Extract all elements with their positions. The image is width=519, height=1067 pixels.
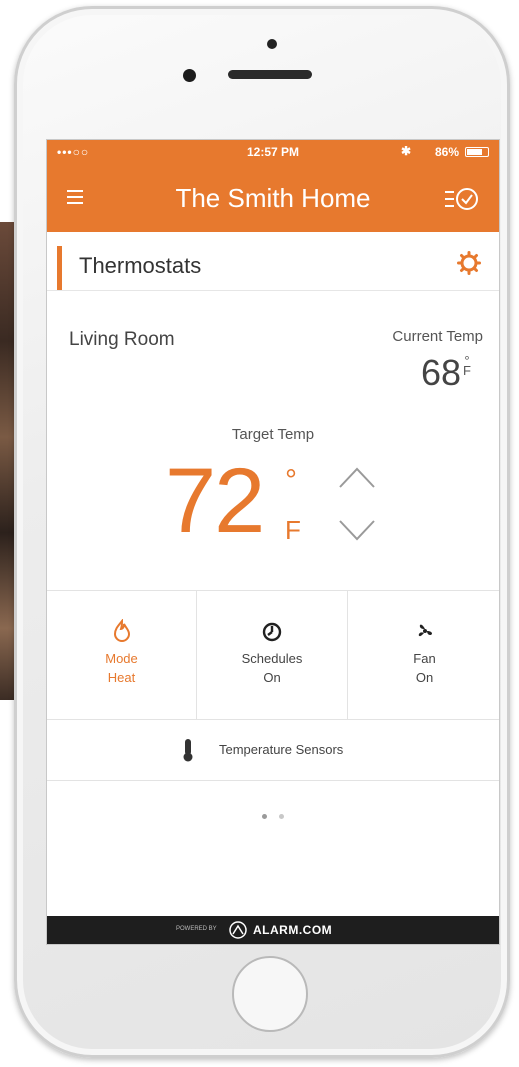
section-title: Thermostats xyxy=(79,253,202,278)
fan-label: Fan xyxy=(413,651,436,666)
current-temp-value: 68 xyxy=(420,352,461,393)
mode-label: Mode xyxy=(105,651,138,666)
earpiece-speaker xyxy=(228,70,312,79)
fan-value: On xyxy=(415,670,434,685)
proximity-sensor xyxy=(267,39,277,49)
footer-bar: POWERED BY ALARM.COM xyxy=(47,916,499,944)
front-camera xyxy=(183,69,196,82)
temperature-sensors-row[interactable]: Temperature Sensors xyxy=(47,718,499,781)
bluetooth-icon: ✱ xyxy=(400,144,411,158)
chevron-down-icon[interactable] xyxy=(337,517,377,545)
alarm-logo-icon xyxy=(229,921,247,939)
chevron-up-icon[interactable] xyxy=(337,463,377,491)
app-screen: •••○○ 12:57 PM ✱ 86% The Smith Home Ther… xyxy=(46,139,500,945)
fan-button[interactable]: Fan On xyxy=(348,591,499,719)
mode-value: Heat xyxy=(107,670,136,685)
thermometer-icon xyxy=(183,739,193,762)
room-name: Living Room xyxy=(69,329,175,350)
flame-icon xyxy=(113,619,130,642)
battery-percent: 86% xyxy=(434,145,459,159)
schedules-button[interactable]: Schedules On xyxy=(197,591,348,719)
page-indicator xyxy=(47,806,499,824)
fan-icon xyxy=(418,624,432,637)
activity-clock-icon[interactable] xyxy=(443,185,479,213)
target-unit-letter: F xyxy=(285,515,301,545)
gear-icon[interactable] xyxy=(457,251,481,275)
current-temp-label: Current Temp xyxy=(392,328,483,345)
section-header: Thermostats xyxy=(47,232,499,291)
schedules-label: Schedules xyxy=(241,651,303,666)
powered-by-text: POWERED BY xyxy=(176,926,217,932)
schedule-clock-icon xyxy=(262,622,282,642)
target-temp-value: 72 xyxy=(165,450,265,552)
app-header: •••○○ 12:57 PM ✱ 86% The Smith Home xyxy=(47,140,499,232)
target-degree-symbol: ° xyxy=(285,464,297,497)
footer-brand: ALARM.COM xyxy=(253,923,333,937)
battery-icon xyxy=(465,147,489,157)
temperature-sensors-label: Temperature Sensors xyxy=(219,742,344,757)
page-dot[interactable] xyxy=(279,814,285,819)
current-unit-letter: F xyxy=(463,363,471,378)
page-title: The Smith Home xyxy=(175,183,371,213)
status-bar: •••○○ 12:57 PM ✱ 86% xyxy=(47,140,499,162)
page-dot[interactable] xyxy=(261,814,267,819)
schedules-value: On xyxy=(263,670,281,685)
home-button[interactable] xyxy=(232,956,308,1032)
section-accent-bar xyxy=(57,246,62,290)
controls-row: Mode Heat Schedules On Fan On xyxy=(47,590,499,720)
target-temp-label: Target Temp xyxy=(231,426,315,443)
mode-button[interactable]: Mode Heat xyxy=(47,591,197,719)
current-temp-unit: ° F xyxy=(463,354,471,378)
status-time: 12:57 PM xyxy=(246,145,300,159)
nav-row: The Smith Home xyxy=(47,170,499,228)
